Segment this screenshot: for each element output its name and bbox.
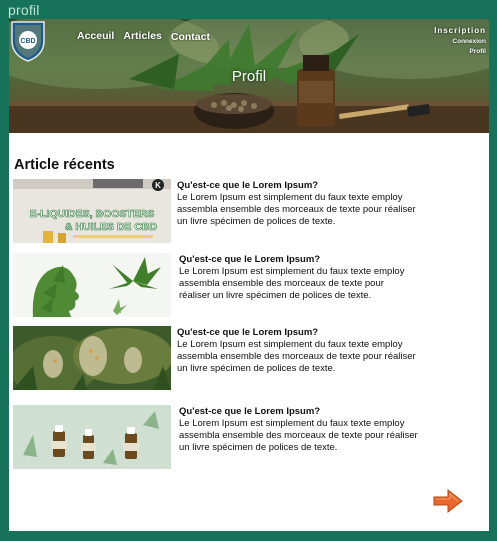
article-thumbnail[interactable] bbox=[13, 253, 171, 317]
nav-articles[interactable]: Articles bbox=[123, 30, 162, 43]
connexion-link[interactable]: Connexion bbox=[434, 38, 486, 45]
nav-acceuil[interactable]: Acceuil bbox=[77, 30, 114, 43]
article-body: Le Lorem Ipsum est simplement du faux te… bbox=[177, 339, 416, 374]
article-body: Le Lorem Ipsum est simplement du faux te… bbox=[177, 192, 416, 227]
article-text: Qu'est-ce que le Lorem Ipsum? Le Lorem I… bbox=[177, 327, 467, 375]
article-body: Le Lorem Ipsum est simplement du faux te… bbox=[179, 418, 418, 453]
inscription-link[interactable]: Inscription bbox=[434, 26, 486, 35]
header-banner: CBD Acceuil Articles Contact Inscription… bbox=[9, 19, 489, 133]
nav-contact[interactable]: Contact bbox=[171, 31, 210, 43]
thumb-text-2: & HUILES DE CBD bbox=[65, 221, 158, 233]
section-title: Article récents bbox=[14, 157, 115, 173]
article-card[interactable]: Qu'est-ce que le Lorem Ipsum? Le Lorem I… bbox=[13, 253, 483, 319]
article-text: Qu'est-ce que le Lorem Ipsum? Le Lorem I… bbox=[177, 180, 467, 228]
article-thumbnail[interactable] bbox=[13, 405, 171, 469]
window-title: profil bbox=[8, 2, 40, 18]
article-thumbnail[interactable] bbox=[13, 326, 171, 390]
article-text: Qu'est-ce que le Lorem Ipsum? Le Lorem I… bbox=[179, 406, 469, 454]
article-card[interactable]: Qu'est-ce que le Lorem Ipsum? Le Lorem I… bbox=[13, 405, 483, 471]
main-nav: Acceuil Articles Contact bbox=[77, 30, 219, 43]
thumb-text-1: E-LIQUIDES, BOOSTERS bbox=[30, 208, 155, 220]
auth-links: Inscription Connexion Profil bbox=[434, 26, 486, 55]
thumb-tag: K bbox=[155, 181, 161, 190]
next-arrow-icon[interactable] bbox=[432, 488, 464, 514]
article-title[interactable]: Qu'est-ce que le Lorem Ipsum? bbox=[179, 254, 469, 266]
article-card[interactable]: Qu'est-ce que le Lorem Ipsum? Le Lorem I… bbox=[13, 326, 483, 392]
article-title[interactable]: Qu'est-ce que le Lorem Ipsum? bbox=[177, 180, 467, 192]
article-title[interactable]: Qu'est-ce que le Lorem Ipsum? bbox=[177, 327, 467, 339]
page-title: Profil bbox=[231, 68, 267, 85]
article-text: Qu'est-ce que le Lorem Ipsum? Le Lorem I… bbox=[179, 254, 469, 302]
page: CBD Acceuil Articles Contact Inscription… bbox=[9, 19, 489, 531]
article-card[interactable]: K E-LIQUIDES, BOOSTERS & HUILES DE CBD Q… bbox=[13, 179, 483, 245]
svg-text:CBD: CBD bbox=[20, 38, 35, 45]
article-title[interactable]: Qu'est-ce que le Lorem Ipsum? bbox=[179, 406, 469, 418]
article-body: Le Lorem Ipsum est simplement du faux te… bbox=[179, 266, 405, 301]
article-thumbnail[interactable]: K E-LIQUIDES, BOOSTERS & HUILES DE CBD bbox=[13, 179, 171, 243]
cbd-shield-logo[interactable]: CBD bbox=[9, 19, 47, 63]
profil-link[interactable]: Profil bbox=[434, 48, 486, 55]
